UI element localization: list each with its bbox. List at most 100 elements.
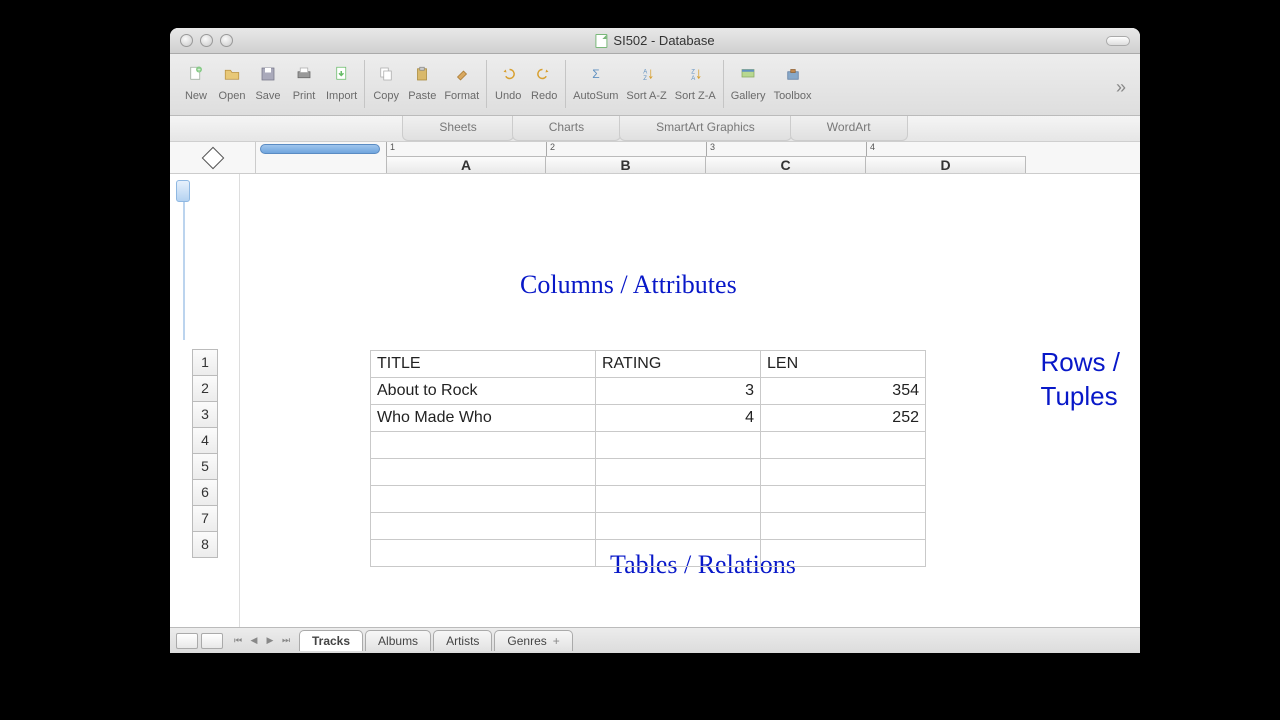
- sort-az-button[interactable]: AZSort A-Z: [622, 60, 670, 102]
- cell[interactable]: [761, 513, 926, 540]
- svg-text:Z: Z: [643, 76, 647, 82]
- cell[interactable]: 3: [596, 378, 761, 405]
- cell[interactable]: [596, 432, 761, 459]
- annotation-columns: Columns / Attributes: [520, 270, 737, 300]
- ribbon-tab-smartart[interactable]: SmartArt Graphics: [619, 116, 792, 141]
- row-header[interactable]: 4: [192, 427, 218, 454]
- sheet-tab-genres[interactable]: Genres+: [494, 630, 572, 651]
- ribbon-tab-charts[interactable]: Charts: [512, 116, 621, 141]
- table-row: [371, 513, 926, 540]
- save-button[interactable]: Save: [250, 60, 286, 102]
- cell[interactable]: [761, 486, 926, 513]
- redo-button[interactable]: Redo: [526, 60, 562, 102]
- data-table: TITLE RATING LEN About to Rock 3 354 Who…: [370, 350, 926, 567]
- toolbox-button[interactable]: Toolbox: [770, 60, 816, 102]
- cell[interactable]: [371, 486, 596, 513]
- undo-button[interactable]: Undo: [490, 60, 526, 102]
- zoom-window-button[interactable]: [220, 34, 233, 47]
- row-header[interactable]: 7: [192, 505, 218, 532]
- table-row: Who Made Who 4 252: [371, 405, 926, 432]
- cell[interactable]: [761, 432, 926, 459]
- sheet-tab-albums[interactable]: Albums: [365, 630, 431, 651]
- column-header-a[interactable]: A: [386, 156, 546, 173]
- sheet-tab-tracks[interactable]: Tracks: [299, 630, 363, 651]
- annotation-rows: Rows / Tuples: [1041, 346, 1120, 413]
- cell[interactable]: [371, 459, 596, 486]
- table-row: [371, 432, 926, 459]
- cell[interactable]: [596, 486, 761, 513]
- import-button[interactable]: Import: [322, 60, 361, 102]
- cell[interactable]: RATING: [596, 351, 761, 378]
- cell[interactable]: 4: [596, 405, 761, 432]
- row-header[interactable]: 3: [192, 401, 218, 428]
- document-icon: [595, 34, 607, 48]
- window-title-text: SI502 - Database: [613, 33, 714, 48]
- svg-text:+: +: [197, 68, 201, 74]
- zoom-slider[interactable]: [176, 180, 192, 340]
- cell[interactable]: [596, 540, 761, 567]
- ribbon-tabs: Sheets Charts SmartArt Graphics WordArt: [170, 116, 1140, 142]
- view-normal-button[interactable]: [176, 633, 198, 649]
- close-window-button[interactable]: [180, 34, 193, 47]
- sheet-last-button[interactable]: ⏭: [279, 635, 293, 646]
- cell[interactable]: [596, 459, 761, 486]
- sort-za-button[interactable]: ZASort Z-A: [671, 60, 720, 102]
- traffic-lights: [180, 34, 233, 47]
- copy-button[interactable]: Copy: [368, 60, 404, 102]
- toolbar-overflow-button[interactable]: »: [1116, 77, 1132, 98]
- sheet-area: 1 2 3 4 5 6 7 8 Columns / Attributes Row…: [170, 174, 1140, 627]
- cell[interactable]: [371, 513, 596, 540]
- print-button[interactable]: Print: [286, 60, 322, 102]
- horizontal-scroll-thumb[interactable]: [260, 144, 380, 154]
- column-header-b[interactable]: B: [546, 156, 706, 173]
- open-button[interactable]: Open: [214, 60, 250, 102]
- cell[interactable]: Who Made Who: [371, 405, 596, 432]
- cell[interactable]: 252: [761, 405, 926, 432]
- titlebar-pill-button[interactable]: [1106, 36, 1130, 46]
- sheet-tab-artists[interactable]: Artists: [433, 630, 492, 651]
- gallery-button[interactable]: Gallery: [727, 60, 770, 102]
- column-header-d[interactable]: D: [866, 156, 1026, 173]
- format-button[interactable]: Format: [440, 60, 483, 102]
- cell[interactable]: [761, 540, 926, 567]
- autosum-button[interactable]: ΣAutoSum: [569, 60, 622, 102]
- sheet-prev-button[interactable]: ◀: [247, 635, 261, 646]
- row-numbers: 1 2 3 4 5 6 7 8: [192, 350, 218, 558]
- cell[interactable]: [596, 513, 761, 540]
- table-row: [371, 486, 926, 513]
- ruler-tick: 1: [386, 142, 546, 156]
- cell[interactable]: LEN: [761, 351, 926, 378]
- column-headers: A B C D: [386, 156, 1140, 173]
- cell[interactable]: [761, 459, 926, 486]
- new-button[interactable]: +New: [178, 60, 214, 102]
- row-gutter: 1 2 3 4 5 6 7 8: [170, 174, 240, 627]
- spreadsheet-canvas[interactable]: Columns / Attributes Rows / Tuples Table…: [240, 174, 1140, 627]
- ruler-tick: 4: [866, 142, 1026, 156]
- paste-button[interactable]: Paste: [404, 60, 440, 102]
- ruler-tick: 2: [546, 142, 706, 156]
- cell[interactable]: 354: [761, 378, 926, 405]
- cell[interactable]: TITLE: [371, 351, 596, 378]
- sheet-nav-arrows: ⏮ ◀ ▶ ⏭: [231, 635, 293, 646]
- row-header[interactable]: 8: [192, 531, 218, 558]
- view-layout-button[interactable]: [201, 633, 223, 649]
- cell[interactable]: [371, 540, 596, 567]
- add-sheet-icon[interactable]: +: [553, 634, 560, 648]
- sheet-next-button[interactable]: ▶: [263, 635, 277, 646]
- table-row: About to Rock 3 354: [371, 378, 926, 405]
- cell[interactable]: [371, 432, 596, 459]
- ribbon-tab-wordart[interactable]: WordArt: [790, 116, 908, 141]
- row-header[interactable]: 6: [192, 479, 218, 506]
- svg-text:A: A: [643, 69, 647, 75]
- row-header[interactable]: 2: [192, 375, 218, 402]
- sheet-first-button[interactable]: ⏮: [231, 635, 245, 646]
- ruler-tick: 3: [706, 142, 866, 156]
- ribbon-tab-sheets[interactable]: Sheets: [402, 116, 513, 141]
- row-header[interactable]: 5: [192, 453, 218, 480]
- minimize-window-button[interactable]: [200, 34, 213, 47]
- table-row: [371, 540, 926, 567]
- ruler-corner[interactable]: [170, 142, 256, 173]
- cell[interactable]: About to Rock: [371, 378, 596, 405]
- row-header[interactable]: 1: [192, 349, 218, 376]
- column-header-c[interactable]: C: [706, 156, 866, 173]
